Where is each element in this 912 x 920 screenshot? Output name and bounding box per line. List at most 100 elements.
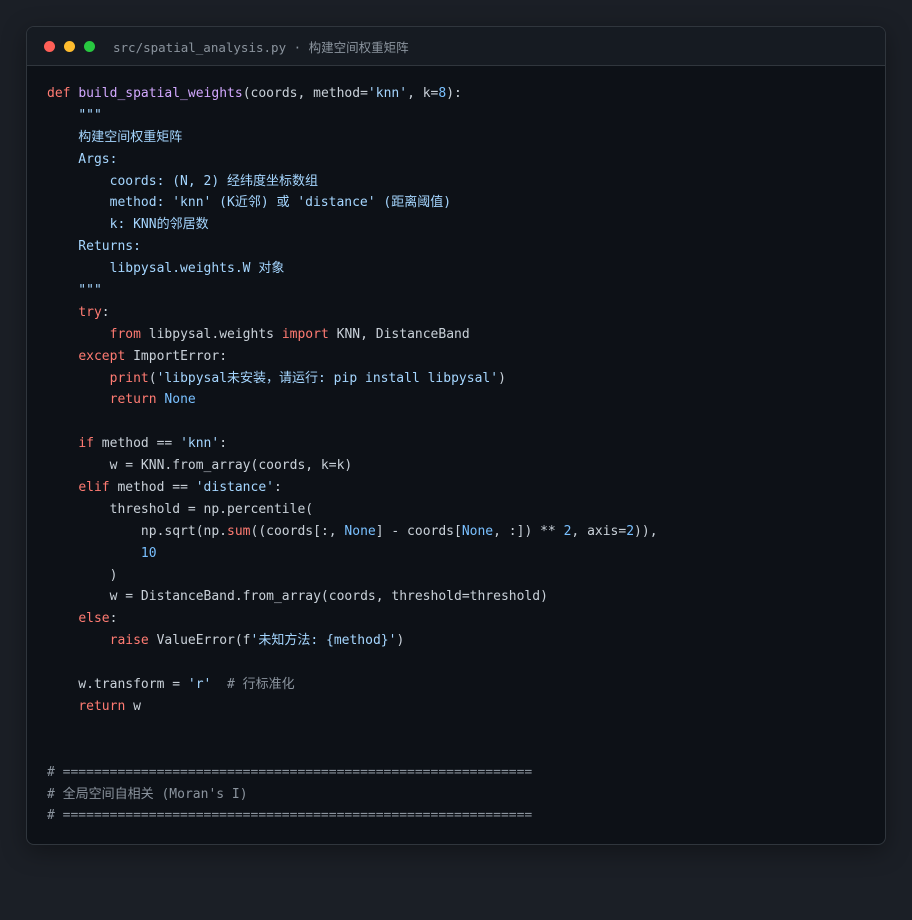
code-token: method == <box>93 436 181 452</box>
code-token: w <box>125 698 141 714</box>
code-token: , :]) ** <box>493 523 564 539</box>
code-line: """ <box>47 105 658 127</box>
code-token: k: KNN的邻居数 <box>47 217 209 233</box>
code-token: : <box>109 611 118 627</box>
code-line: ) <box>47 565 658 587</box>
code-token: return <box>109 392 157 408</box>
code-token: w = KNN.from_array(coords, k=k) <box>47 458 353 474</box>
code-token: ) <box>498 370 506 386</box>
code-line: elif method == 'distance': <box>47 477 658 499</box>
code-line: try: <box>47 302 658 324</box>
code-token: raise <box>109 633 149 649</box>
code-token: ImportError: <box>125 348 228 364</box>
minimize-window-icon[interactable] <box>64 40 75 52</box>
code-token: 'knn' <box>180 436 220 452</box>
code-token: # ======================================… <box>47 764 533 780</box>
code-line: libpysal.weights.W 对象 <box>47 258 658 280</box>
code-token: import <box>281 326 329 342</box>
code-token: )), <box>634 523 658 539</box>
maximize-window-icon[interactable] <box>84 40 95 52</box>
code-line: w.transform = 'r' # 行标准化 <box>47 674 658 696</box>
code-token: method == <box>109 480 196 496</box>
code-editor[interactable]: def build_spatial_weights(coords, method… <box>47 83 658 827</box>
code-token: ) <box>396 633 405 649</box>
code-line: k: KNN的邻居数 <box>47 214 658 236</box>
code-token: except <box>78 348 126 364</box>
code-token: None <box>164 392 196 408</box>
code-token: method: 'knn' (K近邻) 或 'distance' (距离阈值) <box>47 195 452 211</box>
code-token: # 行标准化 <box>227 677 295 693</box>
code-line: # 全局空间自相关 (Moran's I) <box>47 784 658 806</box>
code-token: None <box>344 523 376 539</box>
code-token: , axis= <box>571 523 627 539</box>
code-line: Returns: <box>47 236 658 258</box>
code-token: # ======================================… <box>47 808 533 824</box>
code-token: w = DistanceBand.from_array(coords, thre… <box>47 589 548 605</box>
code-token: (coords, method= <box>242 86 368 101</box>
code-token: else <box>78 611 110 627</box>
code-line: method: 'knn' (K近邻) 或 'distance' (距离阈值) <box>47 192 658 214</box>
code-line: except ImportError: <box>47 346 658 368</box>
close-window-icon[interactable] <box>44 40 55 52</box>
code-line: raise ValueError(f'未知方法: {method}') <box>47 630 658 652</box>
code-token: return <box>78 698 126 714</box>
code-line: from libpysal.weights import KNN, Distan… <box>47 324 658 346</box>
code-line: print('libpysal未安装，请运行: pip install libp… <box>47 368 658 390</box>
code-token: ((coords[:, <box>250 523 345 539</box>
code-token: None <box>461 523 494 539</box>
code-token: ) <box>47 567 118 583</box>
code-token: libpysal.weights.W 对象 <box>47 261 285 277</box>
code-token: sum <box>227 523 251 539</box>
code-token: def <box>47 86 71 101</box>
code-line: else: <box>47 608 658 630</box>
code-line: np.sqrt(np.sum((coords[:, None] - coords… <box>47 521 658 543</box>
code-token: build_spatial_weights <box>78 86 243 101</box>
code-window: src/spatial_analysis.py · 构建空间权重矩阵 def b… <box>26 26 886 845</box>
code-line: threshold = np.percentile( <box>47 499 658 521</box>
code-token: if <box>78 436 94 452</box>
code-token: """ <box>78 107 102 123</box>
window-titlebar: src/spatial_analysis.py · 构建空间权重矩阵 <box>27 27 885 66</box>
code-token: w.transform = <box>47 677 188 693</box>
code-token: : <box>219 436 228 452</box>
code-line: w = DistanceBand.from_array(coords, thre… <box>47 586 658 608</box>
code-token: Args: <box>47 151 118 167</box>
code-line: def build_spatial_weights(coords, method… <box>47 83 658 105</box>
code-token: Returns: <box>47 239 141 255</box>
code-token: 'r' <box>187 677 212 693</box>
code-token: : <box>274 480 282 496</box>
code-token: : <box>101 304 110 320</box>
code-token: ): <box>446 86 462 101</box>
code-line: """ <box>47 280 658 302</box>
code-line: coords: (N, 2) 经纬度坐标数组 <box>47 171 658 193</box>
code-token: ValueError(f <box>148 633 251 649</box>
code-line: w = KNN.from_array(coords, k=k) <box>47 455 658 477</box>
code-token: ( <box>148 370 157 386</box>
code-line: return None <box>47 389 658 411</box>
code-token: libpysal.weights <box>140 326 282 342</box>
code-token: np.sqrt(np. <box>47 523 228 539</box>
window-title: src/spatial_analysis.py · 构建空间权重矩阵 <box>113 39 409 55</box>
code-line: # ======================================… <box>47 762 658 784</box>
code-token: elif <box>78 480 110 496</box>
code-line: if method == 'knn': <box>47 433 658 455</box>
code-token: 10 <box>140 545 157 561</box>
code-token: 'knn' <box>367 86 408 101</box>
code-token: ] - coords[ <box>375 523 462 539</box>
code-line: return w <box>47 696 658 718</box>
